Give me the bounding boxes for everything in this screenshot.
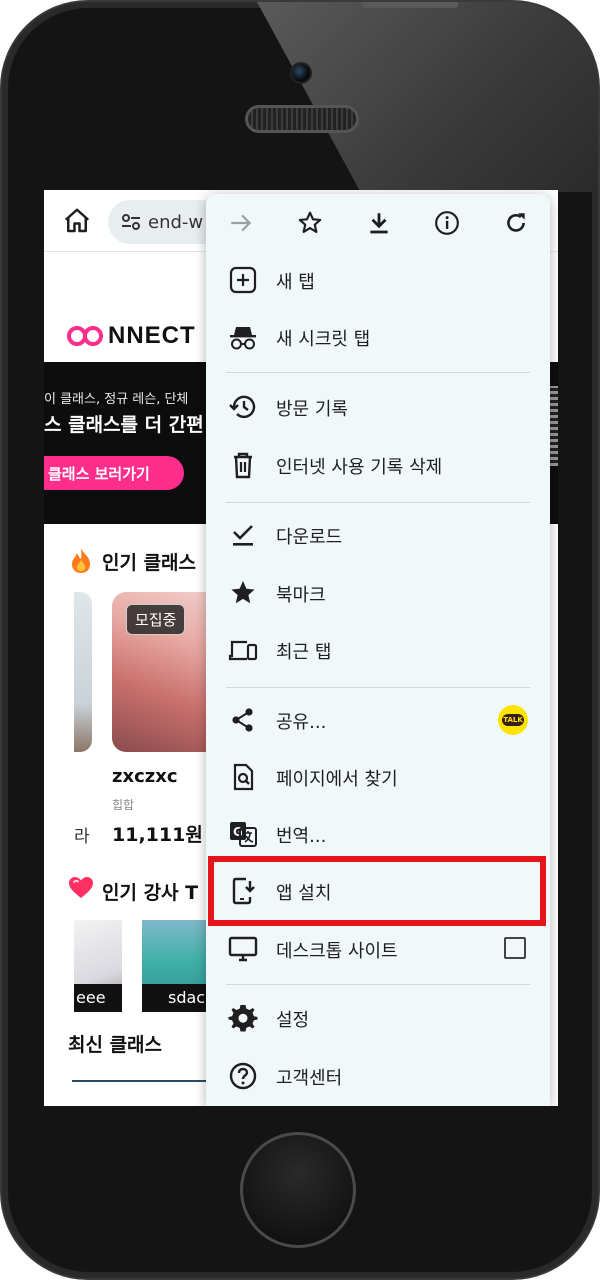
help-icon (229, 1062, 257, 1090)
info-icon (435, 211, 460, 235)
class-price: 11,111원 (112, 824, 203, 846)
recruiting-badge: 모집중 (126, 604, 186, 635)
reload-button[interactable] (481, 194, 550, 250)
translate-icon: G (230, 822, 257, 847)
desktop-icon (228, 936, 258, 962)
prev-class-price: 라 (74, 827, 90, 847)
menu-item-new-incognito-tab[interactable]: 새 시크릿 탭 (206, 311, 550, 363)
forward-arrow-icon (231, 214, 252, 232)
browser-overflow-menu: 새 탭 새 시크릿 탭 방문 기록 인터넷 사용 기록 삭제 다운로드 북마크 … (206, 194, 550, 1106)
menu-divider (226, 502, 530, 503)
phone-sheen (257, 2, 598, 192)
refresh-icon (507, 213, 526, 232)
menu-item-label: 새 시크릿 탭 (276, 329, 371, 350)
popular-instructors-title: 인기 강사 T (102, 882, 199, 904)
menu-item-label: 최근 탭 (276, 642, 332, 663)
find-in-page-icon (233, 763, 254, 791)
download-page-button[interactable] (344, 194, 413, 250)
menu-divider (226, 687, 530, 688)
menu-item-label: 데스크톱 사이트 (276, 941, 398, 962)
menu-item-label: 인터넷 사용 기록 삭제 (276, 457, 443, 478)
menu-item-new-tab[interactable]: 새 탭 (206, 254, 550, 306)
banner-cta-button[interactable]: 클래스 보러가기 (44, 456, 184, 490)
menu-toolbar (206, 194, 550, 250)
menu-item-label: 다운로드 (276, 527, 343, 548)
menu-item-label: 북마크 (276, 585, 326, 606)
menu-item-label: 고객센터 (276, 1068, 343, 1089)
menu-divider (226, 372, 530, 373)
install-app-highlight (208, 856, 546, 926)
page-info-button[interactable] (412, 194, 481, 250)
incognito-icon (230, 327, 256, 350)
home-button[interactable] (240, 1132, 356, 1248)
share-icon (232, 708, 253, 732)
class-category: 힙합 (112, 798, 135, 812)
class-name[interactable]: zxczxc (112, 766, 178, 787)
front-camera (290, 62, 312, 84)
menu-item-desktop-site[interactable]: 데스크톱 사이트 (206, 923, 550, 975)
menu-item-label: 공유... (276, 712, 327, 733)
menu-item-label: 설정 (276, 1010, 310, 1031)
power-button (362, 2, 458, 8)
kakaotalk-badge-text: TALK (502, 714, 524, 726)
site-logo[interactable]: NNECT (66, 322, 196, 350)
menu-item-bookmarks[interactable]: 북마크 (206, 567, 550, 619)
star-icon (298, 211, 322, 233)
devices-icon (228, 640, 258, 661)
menu-item-clear-browsing-data[interactable]: 인터넷 사용 기록 삭제 (206, 439, 550, 491)
home-icon[interactable] (62, 206, 92, 236)
forward-button[interactable] (206, 194, 275, 250)
fire-icon (72, 548, 90, 573)
menu-item-recent-tabs[interactable]: 최근 탭 (206, 624, 550, 676)
popular-classes-title: 인기 클래스 (102, 552, 197, 574)
trash-icon (234, 452, 252, 479)
instructor-name: eee (74, 984, 122, 1012)
menu-item-share[interactable]: 공유... TALK (206, 694, 550, 746)
menu-item-history[interactable]: 방문 기록 (206, 381, 550, 433)
gear-icon (228, 1005, 258, 1032)
menu-item-help[interactable]: 고객센터 (206, 1050, 550, 1102)
download-icon (369, 213, 388, 234)
url-text: end-w (148, 212, 204, 233)
history-icon (229, 395, 256, 419)
screen: end-w NNECT 이 클래스, 정규 레슨, 단체 스 클래스를 더 간편… (44, 190, 558, 1106)
menu-item-label: 새 탭 (276, 272, 315, 293)
menu-item-label: 번역... (276, 826, 327, 847)
logo-text: NNECT (108, 322, 196, 349)
latest-classes-title: 최신 클래스 (68, 1034, 163, 1056)
menu-divider (226, 984, 530, 985)
menu-item-translate[interactable]: G 번역... (206, 808, 550, 860)
site-settings-icon[interactable] (120, 212, 142, 232)
menu-item-label: 방문 기록 (276, 399, 348, 420)
new-tab-icon (229, 266, 257, 294)
menu-item-find-in-page[interactable]: 페이지에서 찾기 (206, 751, 550, 803)
menu-item-label: 페이지에서 찾기 (276, 769, 398, 790)
kakaotalk-share-icon[interactable]: TALK (498, 705, 528, 735)
banner-subtitle: 이 클래스, 정규 레슨, 단체 (44, 392, 189, 407)
menu-item-downloads[interactable]: 다운로드 (206, 509, 550, 561)
desktop-site-checkbox[interactable] (504, 937, 526, 959)
download-done-icon (233, 525, 253, 546)
class-card-prev-image[interactable] (74, 592, 92, 752)
phone-frame: end-w NNECT 이 클래스, 정규 레슨, 단체 스 클래스를 더 간편… (0, 0, 600, 1280)
menu-item-settings[interactable]: 설정 (206, 992, 550, 1044)
banner-title: 스 클래스를 더 간편 (44, 414, 204, 436)
star-filled-icon (231, 581, 255, 604)
bookmark-star-button[interactable] (275, 194, 344, 250)
earpiece-speaker (245, 105, 359, 133)
logo-mark-icon (67, 326, 103, 346)
heart-icon (69, 877, 93, 898)
